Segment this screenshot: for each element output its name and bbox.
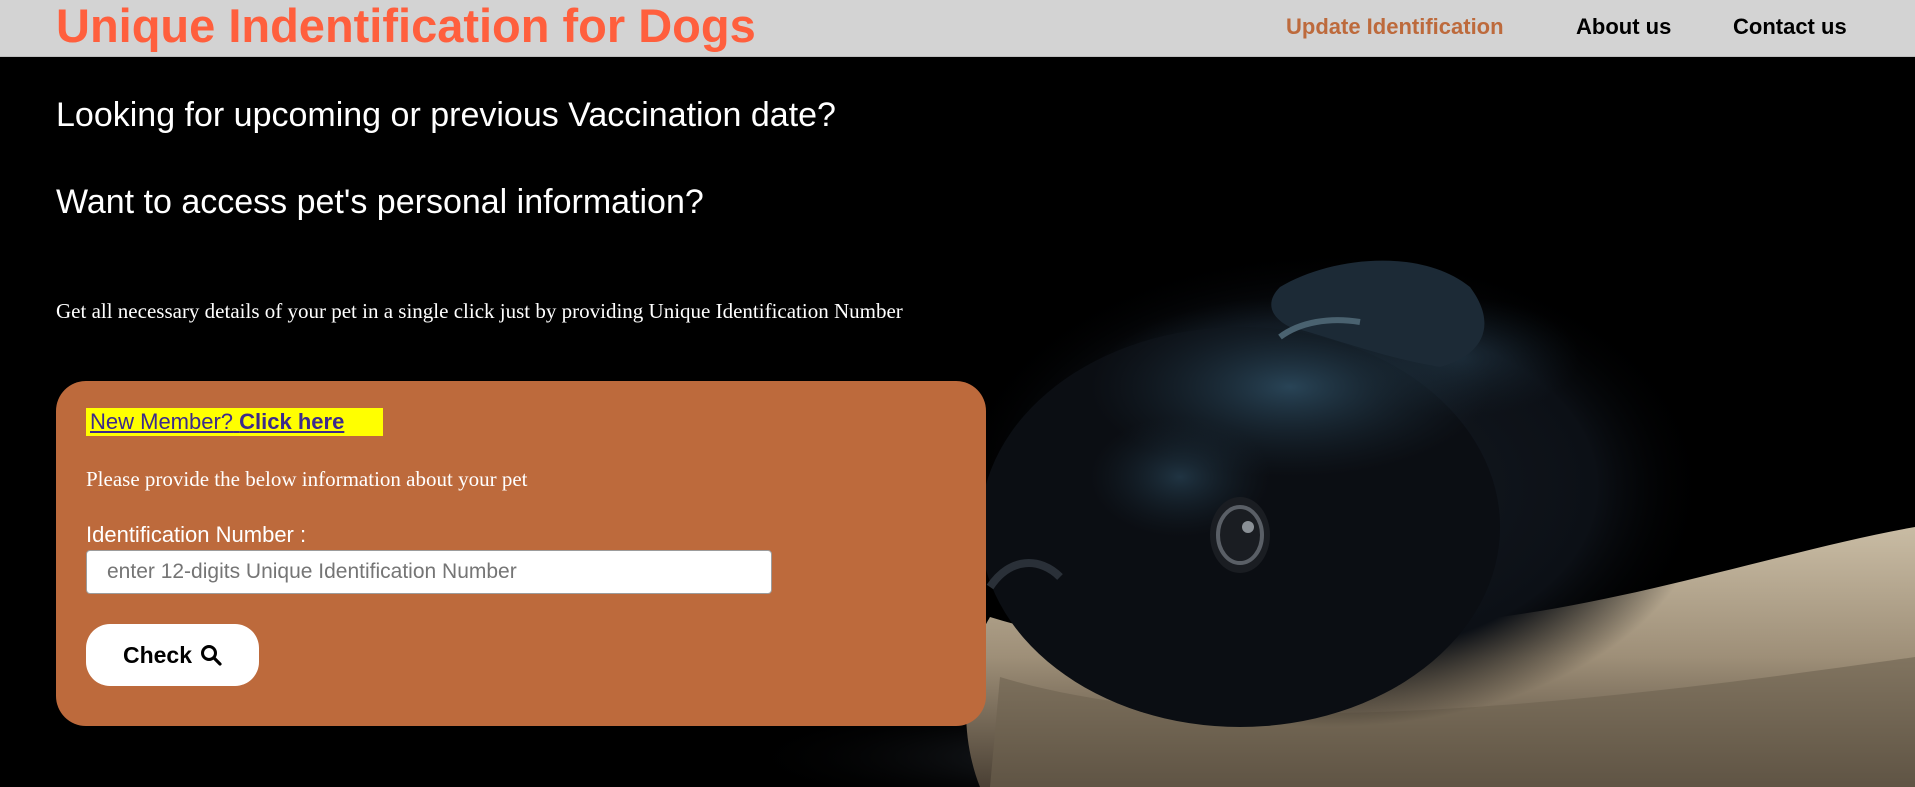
identification-number-label: Identification Number : [86, 522, 307, 547]
click-here-link[interactable]: Click here [239, 409, 344, 434]
personal-info-headline: Want to access pet's personal informatio… [56, 183, 704, 221]
nav-update-identification[interactable]: Update Identification [1286, 14, 1504, 40]
hero-section: Looking for upcoming or previous Vaccina… [0, 57, 1915, 787]
nav-about-us[interactable]: About us [1576, 14, 1671, 40]
top-navbar: Unique Indentification for Dogs Update I… [0, 0, 1915, 57]
check-button[interactable]: Check [86, 624, 259, 686]
check-button-label: Check [122, 641, 193, 668]
vaccination-headline: Looking for upcoming or previous Vaccina… [56, 96, 836, 134]
intro-text: Get all necessary details of your pet in… [56, 299, 903, 323]
search-icon [201, 645, 222, 666]
nav-contact-us[interactable]: Contact us [1733, 14, 1847, 40]
new-member-prefix: New Member? [90, 409, 234, 434]
identification-number-input[interactable] [86, 550, 772, 594]
identification-form-card: New Member? Click here Please provide th… [56, 381, 986, 726]
form-instruction: Please provide the below information abo… [86, 467, 528, 491]
new-member-link[interactable]: New Member? Click here [86, 408, 383, 436]
site-title[interactable]: Unique Indentification for Dogs [56, 0, 756, 52]
